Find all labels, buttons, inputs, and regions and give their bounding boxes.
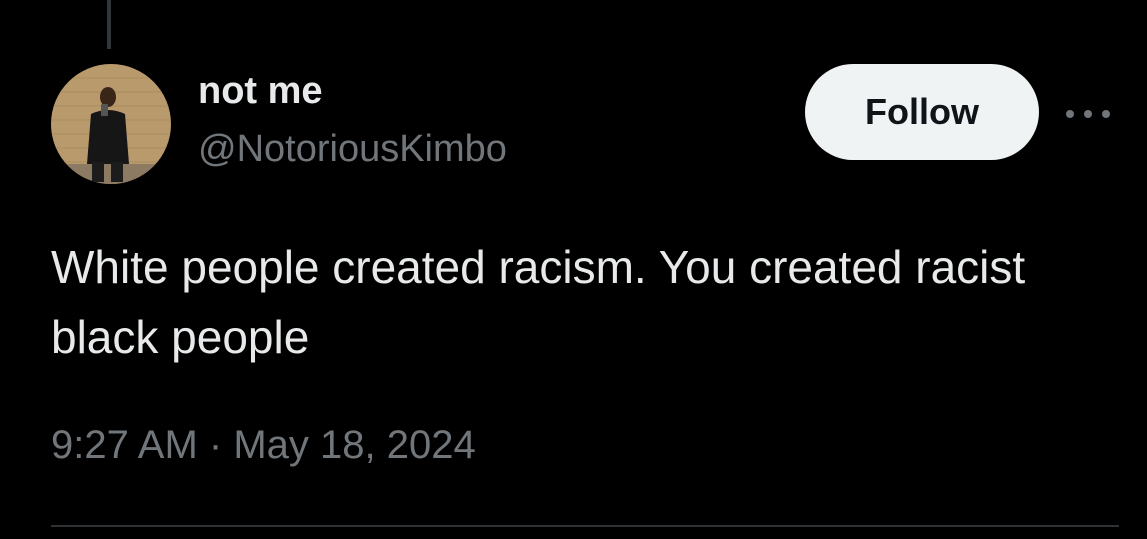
tweet-date: May 18, 2024 xyxy=(233,423,476,467)
divider xyxy=(51,525,1119,527)
tweet-timestamp[interactable]: 9:27 AM · May 18, 2024 xyxy=(51,423,476,468)
follow-button[interactable]: Follow xyxy=(805,64,1039,160)
thread-connector-line xyxy=(107,0,111,49)
avatar-image xyxy=(51,64,171,184)
more-horizontal-icon[interactable] xyxy=(1060,96,1116,132)
author-handle[interactable]: @NotoriousKimbo xyxy=(198,128,507,171)
tweet-text: White people created racism. You created… xyxy=(51,241,1026,363)
avatar[interactable] xyxy=(51,64,171,184)
meta-separator: · xyxy=(208,423,223,467)
author-display-name[interactable]: not me xyxy=(198,70,323,113)
tweet-time: 9:27 AM xyxy=(51,423,198,467)
